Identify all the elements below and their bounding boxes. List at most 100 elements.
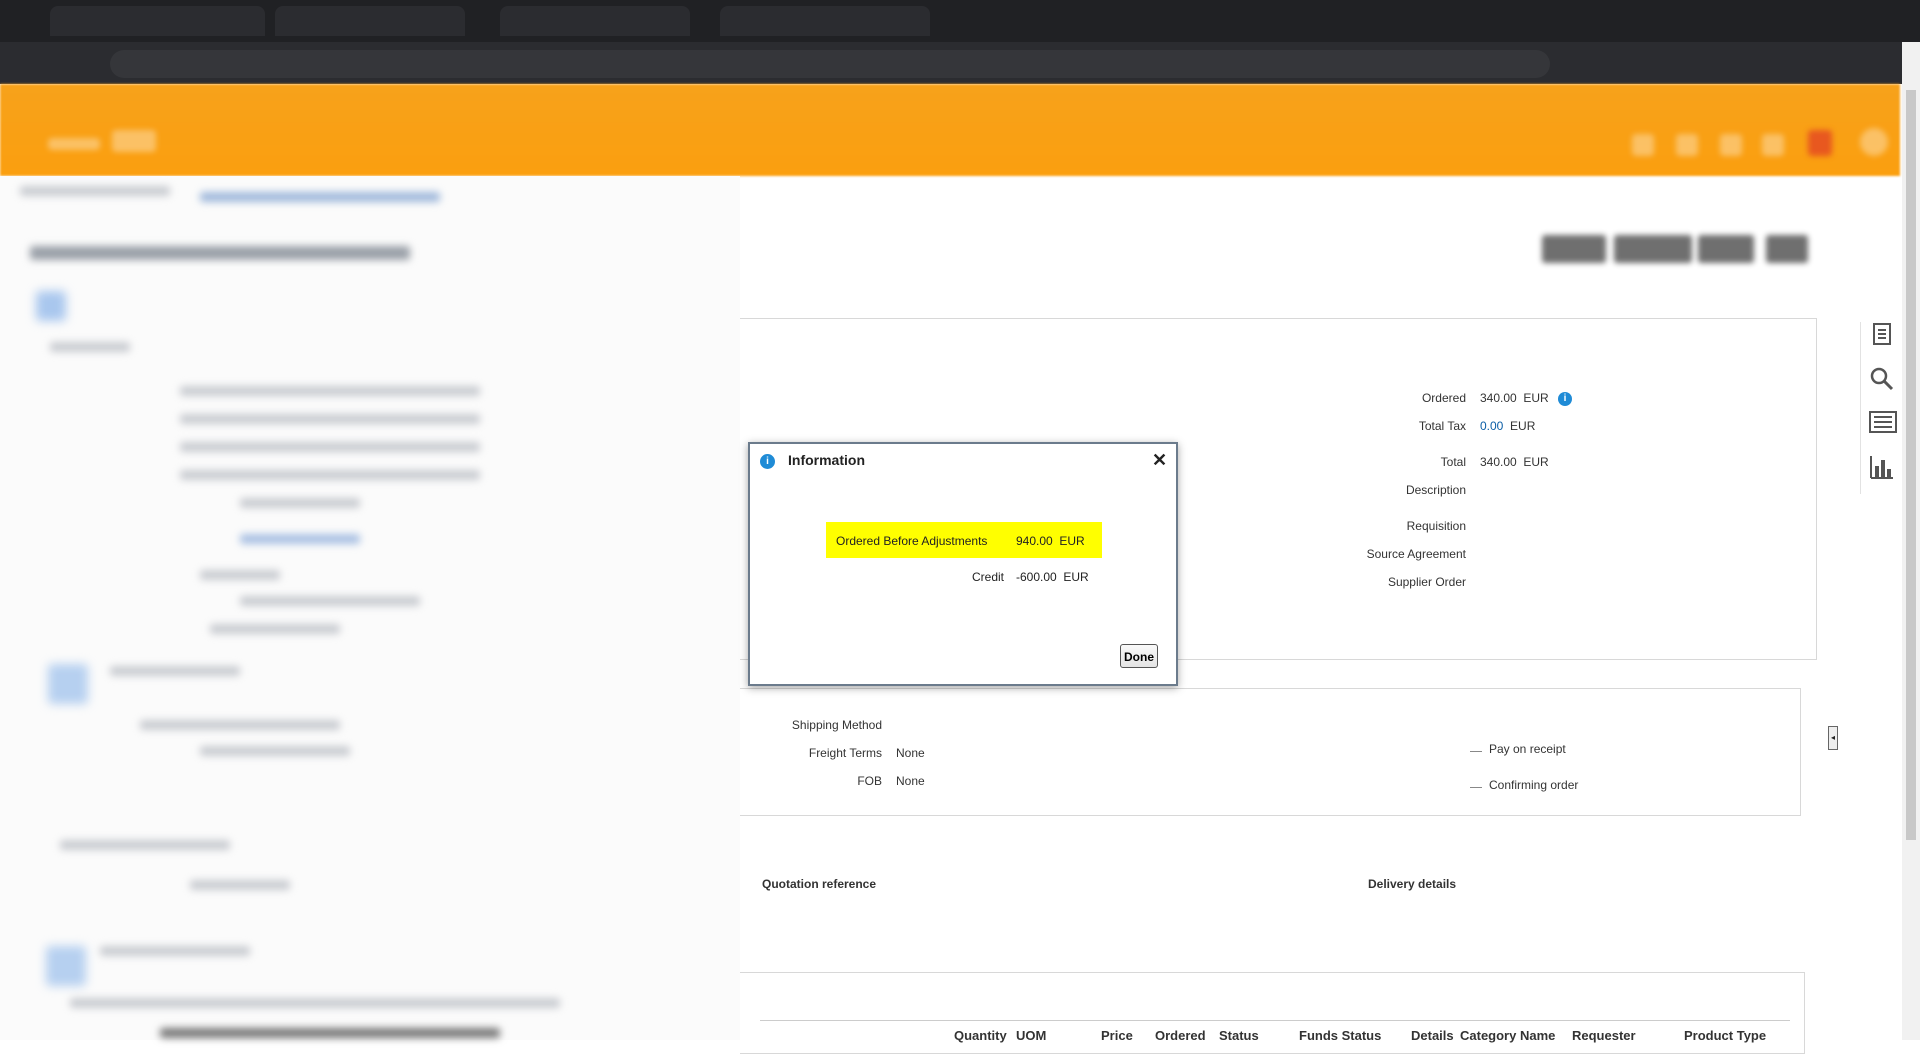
- breadcrumb-link[interactable]: [200, 192, 440, 202]
- home-icon[interactable]: [112, 130, 156, 152]
- breadcrumb: [20, 186, 170, 196]
- supplier-order-label: Supplier Order: [1387, 575, 1466, 589]
- collapse-toggle[interactable]: ◂: [1828, 726, 1838, 750]
- field-row: [210, 624, 340, 634]
- action-button[interactable]: [1542, 235, 1606, 263]
- field-row: [180, 414, 480, 424]
- ordered-before-amount: 940.00: [1016, 534, 1053, 548]
- ordered-value: 340.00 EUR i: [1480, 391, 1573, 406]
- column-header-price[interactable]: Price: [1101, 1028, 1133, 1043]
- field-row: [240, 596, 420, 606]
- blurred-form-region: [0, 176, 740, 1040]
- header-icon[interactable]: [1676, 134, 1698, 156]
- done-button[interactable]: Done: [1120, 644, 1158, 668]
- credit-amount: -600.00: [1016, 570, 1057, 584]
- fob-label: FOB: [857, 774, 882, 788]
- dialog-title: Information: [788, 452, 865, 468]
- fob-value: None: [896, 774, 925, 788]
- checkbox-indicator: [1470, 787, 1482, 788]
- column-header-ordered[interactable]: Ordered: [1155, 1028, 1206, 1043]
- lines-panel: [740, 972, 1805, 1054]
- notifications-icon[interactable]: [1808, 130, 1832, 156]
- browser-tab[interactable]: [500, 6, 690, 36]
- field-row: [200, 570, 280, 580]
- field-row: [240, 534, 360, 544]
- field-row: [180, 386, 480, 396]
- section-heading: [110, 666, 240, 676]
- field-row: [200, 746, 350, 756]
- section-heading: [100, 946, 250, 956]
- ordered-currency: EUR: [1523, 391, 1549, 405]
- total-value: 340.00 EUR: [1480, 455, 1549, 469]
- section-icon: [36, 291, 66, 321]
- column-header-uom[interactable]: UOM: [1016, 1028, 1046, 1043]
- header-icon[interactable]: [1720, 134, 1742, 156]
- column-header-status[interactable]: Status: [1219, 1028, 1259, 1043]
- confirming-order: Confirming order: [1489, 778, 1579, 792]
- field-row: [180, 470, 480, 480]
- description-label: Description: [1405, 483, 1466, 497]
- ordered-amount: 340.00: [1480, 391, 1517, 405]
- total-amount: 340.00: [1480, 455, 1517, 469]
- section-heading: [50, 342, 130, 352]
- ordered-label: Ordered: [1421, 391, 1466, 405]
- scrollbar-thumb[interactable]: [1906, 90, 1916, 840]
- quotation-reference-label: Quotation reference: [762, 877, 877, 891]
- section-heading: [60, 840, 230, 850]
- field-row: [180, 442, 480, 452]
- page-title: [30, 246, 410, 260]
- column-header-details[interactable]: Details: [1411, 1028, 1454, 1043]
- total-label: Total: [1440, 455, 1466, 469]
- credit-value: -600.00 EUR: [1016, 570, 1089, 584]
- field-row: [140, 720, 340, 730]
- side-toolbar: [1860, 322, 1901, 494]
- total-currency: EUR: [1523, 455, 1549, 469]
- bar-chart-icon[interactable]: [1869, 454, 1895, 480]
- app-logo: [48, 138, 100, 150]
- ordered-before-adjustments-value: 940.00 EUR: [1016, 534, 1085, 548]
- freight-terms-value: None: [896, 746, 925, 760]
- close-icon[interactable]: ✕: [1152, 450, 1167, 471]
- total-tax-link[interactable]: 0.00: [1480, 419, 1503, 433]
- pay-on-receipt: Pay on receipt: [1489, 742, 1566, 756]
- table-header: [160, 1028, 500, 1038]
- table-divider: [760, 1020, 1790, 1021]
- column-header-requester[interactable]: Requester: [1572, 1028, 1636, 1043]
- app-header: [0, 84, 1900, 176]
- action-button[interactable]: [1766, 235, 1808, 263]
- checkbox-indicator: [1470, 751, 1482, 752]
- address-bar[interactable]: [110, 50, 1550, 78]
- header-icon[interactable]: [1632, 134, 1654, 156]
- column-header-category-name[interactable]: Category Name: [1460, 1028, 1555, 1043]
- information-dialog: i Information ✕ Ordered Before Adjustmen…: [748, 442, 1178, 686]
- info-icon[interactable]: i: [1558, 391, 1573, 406]
- avatar[interactable]: [1860, 128, 1888, 156]
- info-icon: i: [760, 454, 775, 469]
- action-button[interactable]: [1614, 235, 1692, 263]
- document-icon[interactable]: [1869, 322, 1895, 348]
- browser-tab[interactable]: [275, 6, 465, 36]
- column-header-funds-status[interactable]: Funds Status: [1299, 1028, 1381, 1043]
- header-icon[interactable]: [1762, 134, 1784, 156]
- browser-tab[interactable]: [50, 6, 265, 36]
- search-icon[interactable]: [1869, 366, 1895, 392]
- total-tax-label: Total Tax: [1418, 419, 1466, 433]
- list-icon[interactable]: [1869, 410, 1897, 436]
- credit-currency: EUR: [1063, 570, 1089, 584]
- ordered-before-currency: EUR: [1059, 534, 1085, 548]
- credit-label: Credit: [971, 570, 1004, 584]
- column-header-quantity[interactable]: Quantity: [954, 1028, 1007, 1043]
- requisition-label: Requisition: [1406, 519, 1466, 533]
- action-button[interactable]: [1698, 235, 1754, 263]
- source-agreement-label: Source Agreement: [1366, 547, 1466, 561]
- field-row: [240, 498, 360, 508]
- total-tax-currency: EUR: [1510, 419, 1536, 433]
- delivery-details-label: Delivery details: [1368, 877, 1457, 891]
- section-icon: [46, 946, 86, 986]
- browser-tab-strip: [0, 0, 1920, 42]
- column-header-product-type[interactable]: Product Type: [1684, 1028, 1766, 1043]
- section-icon: [48, 664, 88, 704]
- shipping-method-label: Shipping Method: [791, 718, 882, 732]
- browser-tab[interactable]: [720, 6, 930, 36]
- ordered-before-adjustments-label: Ordered Before Adjustments: [836, 534, 988, 548]
